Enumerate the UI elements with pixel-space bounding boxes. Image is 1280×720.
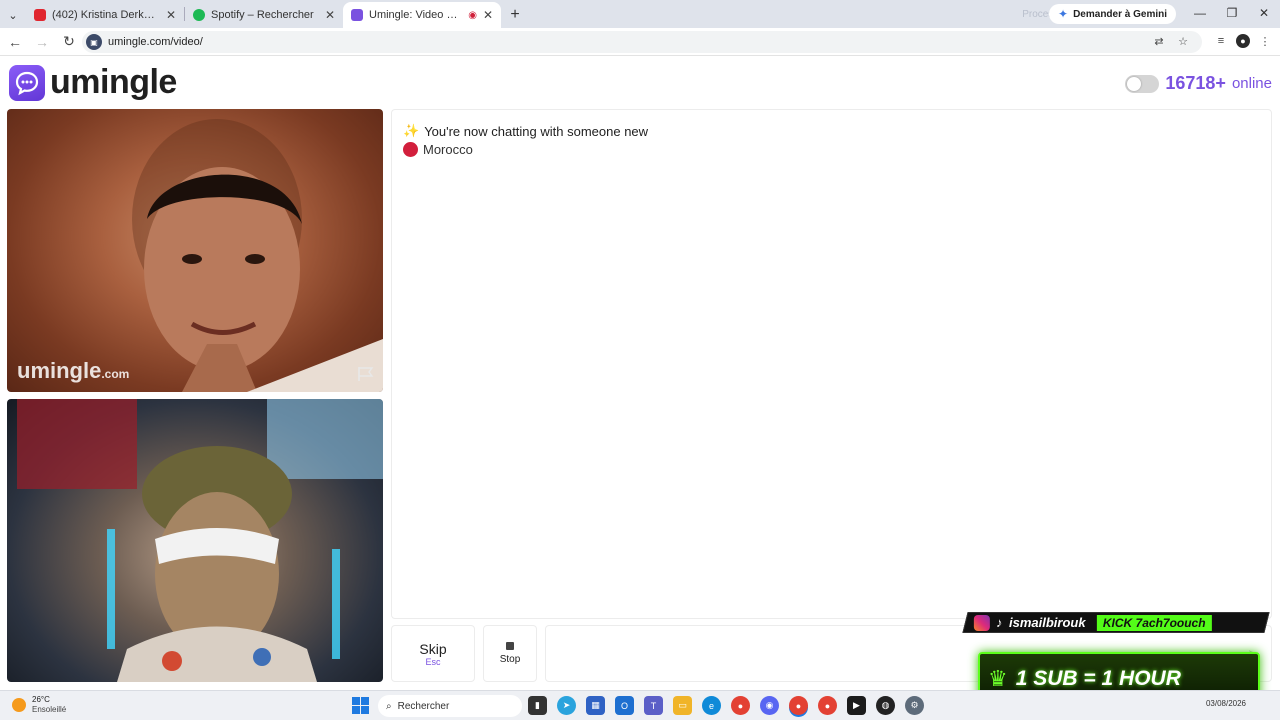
search-icon: ⌕ [386, 700, 392, 712]
stop-label: Stop [499, 654, 521, 665]
instagram-icon [974, 614, 990, 631]
theme-toggle[interactable] [1125, 74, 1160, 93]
recording-icon: ◉ [468, 9, 477, 21]
country-name: Morocco [423, 142, 473, 157]
media-controls-icon[interactable]: ≡ [1212, 32, 1230, 50]
tiktok-icon: ♪ [996, 615, 1003, 630]
windows-start-icon[interactable] [352, 697, 369, 714]
system-date: 03/08/2026 [1205, 699, 1246, 708]
online-indicator: 16718+ online [1125, 73, 1272, 94]
reload-icon[interactable]: ↻ [57, 30, 81, 54]
stop-square-icon [506, 642, 514, 650]
sub-promo-text: 1 SUB = 1 HOUR [1015, 667, 1181, 690]
skip-button[interactable]: Skip Esc [391, 625, 475, 682]
close-tab-icon[interactable]: ✕ [325, 8, 335, 22]
discord-icon[interactable]: ◉ [760, 696, 779, 715]
weather-desc: Ensoleillé [32, 705, 67, 714]
obs-icon[interactable]: ◍ [876, 696, 895, 715]
sun-icon [12, 698, 26, 712]
sparkles-icon: ✨ [403, 123, 420, 138]
chrome-icon[interactable]: ● [731, 696, 750, 715]
close-window-icon[interactable]: ✕ [1248, 0, 1280, 26]
social-handle: ismailbirouk [1008, 615, 1086, 630]
social-handles-banner: ♪ ismailbirouk KICK 7ach7oouch [962, 612, 1270, 633]
file-explorer-icon[interactable]: ▭ [673, 696, 692, 715]
toolbar-actions: ⇄ ☆ ≡ ● ⋮ [1150, 32, 1274, 50]
weather-widget[interactable]: 26°C Ensoleillé [12, 695, 66, 715]
system-message: ✨ You're now chatting with someone new [403, 123, 648, 139]
taskbar-search-placeholder: Rechercher [397, 700, 450, 712]
telegram-icon[interactable]: ➤ [557, 696, 576, 715]
stranger-video: umingle.com [7, 109, 383, 392]
site-info-icon[interactable]: ▣ [86, 34, 102, 50]
umingle-page: umingle 16718+ online umingle.com ✨ You'… [0, 57, 1280, 690]
teams-icon[interactable]: T [644, 696, 663, 715]
address-bar-row: ← → ↻ ▣ umingle.com/video/ ⇄ ☆ ≡ ● ⋮ [0, 28, 1280, 56]
gemini-sparkle-icon: ✦ [1058, 7, 1069, 21]
close-tab-icon[interactable]: ✕ [166, 8, 176, 22]
tab-title: (402) Kristina Derkach - Saidi 2 [52, 9, 160, 21]
bookmark-star-icon[interactable]: ☆ [1174, 32, 1192, 50]
streaming-app-icon[interactable]: ▶ [847, 696, 866, 715]
youtube-favicon-icon [34, 9, 46, 21]
restore-icon[interactable]: ❐ [1216, 0, 1248, 26]
minimize-icon[interactable]: — [1184, 0, 1216, 26]
chat-bubble-logo-icon [9, 64, 45, 101]
morocco-flag-icon [403, 142, 418, 157]
tab-search-chevron-icon[interactable]: ⌄ [0, 2, 26, 28]
url-text: umingle.com/video/ [108, 36, 203, 48]
edge-icon[interactable]: e [702, 696, 721, 715]
online-count: 16718+ [1165, 73, 1226, 93]
profile-avatar-icon[interactable]: ● [1236, 34, 1250, 48]
system-message-text: You're now chatting with someone new [424, 123, 649, 139]
back-arrow-icon[interactable]: ← [3, 30, 27, 54]
umingle-watermark: umingle.com [17, 358, 130, 383]
chrome-profile-icon[interactable]: ● [818, 696, 837, 715]
translate-icon[interactable]: ⇄ [1150, 32, 1168, 50]
ask-gemini-button[interactable]: ✦ Demander à Gemini [1049, 4, 1176, 24]
skip-shortcut: Esc [425, 656, 441, 667]
close-tab-icon[interactable]: ✕ [483, 8, 493, 22]
self-video [7, 399, 383, 682]
self-camera-illustration [17, 399, 383, 682]
crown-icon: ♛ [988, 666, 1008, 691]
kick-label: KICK 7ach7oouch [1097, 614, 1212, 631]
store-icon[interactable]: ▦ [586, 696, 605, 715]
partner-country: Morocco [403, 142, 473, 157]
outlook-icon[interactable]: O [615, 696, 634, 715]
new-tab-button[interactable]: + [501, 2, 529, 28]
tab-title: Umingle: Video Chat with S [369, 9, 464, 21]
spotify-favicon-icon [193, 9, 205, 21]
settings-gear-icon[interactable]: ⚙ [905, 696, 924, 715]
tab-umingle[interactable]: Umingle: Video Chat with S ◉ ✕ [343, 2, 501, 28]
gemini-label: Demander à Gemini [1073, 8, 1167, 20]
weather-temp: 26°C [32, 695, 50, 704]
stranger-face-illustration [132, 119, 383, 392]
windows-taskbar: 26°C Ensoleillé ⌕ Rechercher ▮ ➤ ▦ O T ▭… [0, 690, 1280, 720]
online-label: online [1231, 75, 1272, 92]
forward-arrow-icon[interactable]: → [30, 30, 54, 54]
task-view-icon[interactable]: ▮ [528, 696, 547, 715]
tab-title: Spotify – Rechercher [211, 9, 314, 21]
pinned-apps: ▮ ➤ ▦ O T ▭ e ● ◉ ● ● ▶ ◍ ⚙ [528, 696, 924, 715]
site-logo[interactable]: umingle [9, 63, 177, 102]
logo-text: umingle [50, 63, 177, 101]
umingle-favicon-icon [351, 9, 363, 21]
more-menu-icon[interactable]: ⋮ [1256, 32, 1274, 50]
chat-panel: ✨ You're now chatting with someone new M… [391, 109, 1272, 619]
tab-youtube[interactable]: (402) Kristina Derkach - Saidi 2 ✕ [26, 2, 184, 28]
url-omnibox[interactable]: ▣ umingle.com/video/ [82, 31, 1202, 53]
chrome-active-icon[interactable]: ● [789, 696, 808, 715]
skip-label: Skip [419, 640, 447, 657]
stop-button[interactable]: Stop [483, 625, 537, 682]
report-flag-icon[interactable] [357, 366, 375, 382]
taskbar-search[interactable]: ⌕ Rechercher [378, 695, 522, 717]
browser-tab-bar: ⌄ (402) Kristina Derkach - Saidi 2 ✕ Spo… [0, 0, 1280, 28]
tab-spotify[interactable]: Spotify – Rechercher ✕ [185, 2, 343, 28]
